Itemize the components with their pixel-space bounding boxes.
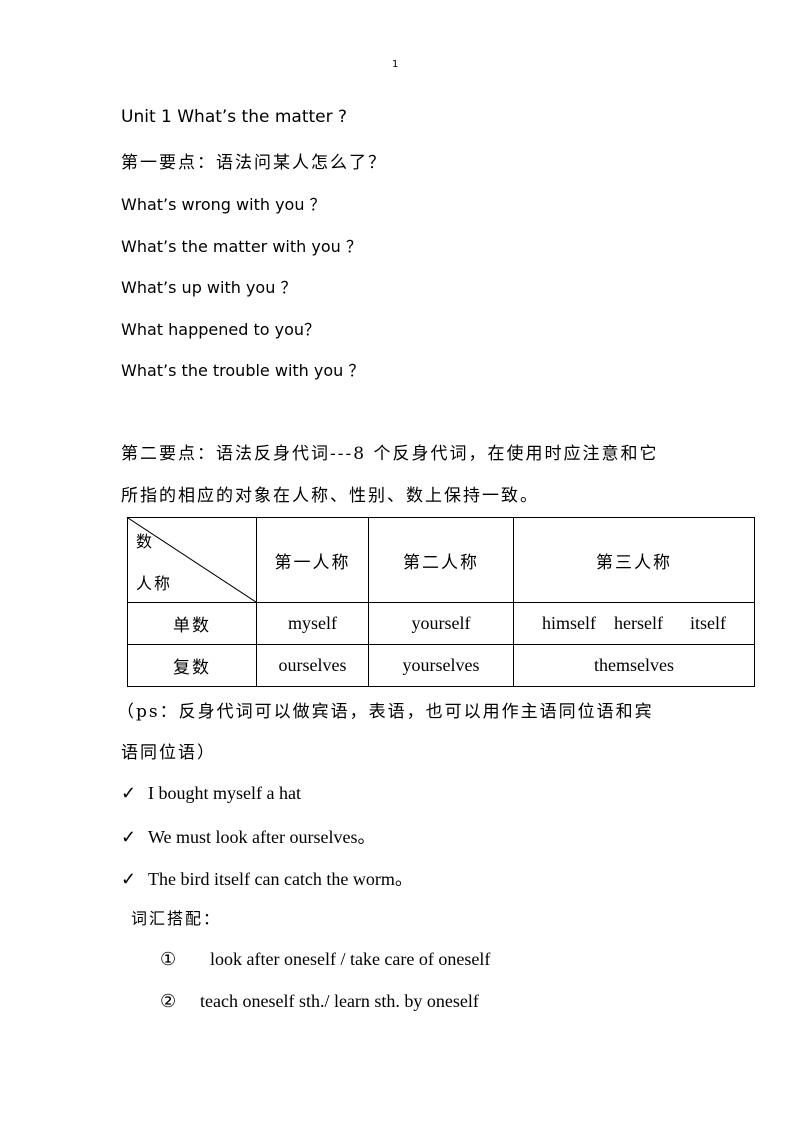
page-number: 1: [392, 59, 399, 70]
corner-cell: 数 人称: [127, 517, 257, 603]
collocations-heading: 词汇搭配：: [131, 909, 222, 928]
header-third-person: 第三人称: [513, 517, 755, 603]
row-label-plural: 复数: [127, 644, 257, 687]
cell-third-singular: himself herself itself: [513, 602, 755, 645]
note-line2: 语同位语）: [121, 743, 216, 763]
example-2: ✓ We must look after ourselves。: [121, 823, 376, 849]
example-text: I bought myself a hat: [148, 783, 301, 803]
collocation-2: ② teach oneself sth./ learn sth. by onese…: [160, 991, 479, 1012]
collocation-1: ① look after oneself / take care of onese…: [160, 949, 490, 970]
note-line1: （ps：反身代词可以做宾语，表语，也可以用作主语同位语和宾: [117, 702, 654, 722]
point2-heading-line2: 所指的相应的对象在人称、性别、数上保持一致。: [121, 486, 539, 506]
header-second-person: 第二人称: [368, 517, 514, 603]
question-5: What’s the trouble with you ？: [121, 361, 365, 380]
point2-heading-line1: 第二要点：语法反身代词---8 个反身代词，在使用时应注意和它: [121, 444, 659, 464]
question-3: What’s up with you ？: [121, 278, 297, 297]
cell-yourself: yourself: [368, 602, 514, 645]
collocation-text: teach oneself sth./ learn sth. by onesel…: [200, 991, 479, 1011]
unit-title: Unit 1 What’s the matter ?: [121, 107, 348, 127]
check-icon: ✓: [121, 827, 137, 847]
question-2: What’s the matter with you ？: [121, 237, 362, 256]
check-icon: ✓: [121, 869, 137, 889]
example-1: ✓ I bought myself a hat: [121, 783, 301, 804]
circled-two-icon: ②: [160, 991, 177, 1011]
question-1: What’s wrong with you ？: [121, 195, 326, 214]
example-3: ✓ The bird itself can catch the worm。: [121, 865, 413, 891]
cell-themselves: themselves: [513, 644, 755, 687]
corner-label-number: 数: [136, 532, 155, 551]
cell-yourselves: yourselves: [368, 644, 514, 687]
example-text: We must look after ourselves。: [148, 827, 376, 847]
row-label-singular: 单数: [127, 602, 257, 645]
table-header-row: 数 人称 第一人称 第二人称 第三人称: [127, 517, 755, 603]
circled-one-icon: ①: [160, 949, 177, 969]
cell-ourselves: ourselves: [256, 644, 369, 687]
example-text: The bird itself can catch the worm。: [148, 869, 413, 889]
table-row: 复数 ourselves yourselves themselves: [127, 644, 755, 687]
cell-myself: myself: [256, 602, 369, 645]
reflexive-pronoun-table: 数 人称 第一人称 第二人称 第三人称 单数 myself yourself h…: [127, 517, 755, 687]
check-icon: ✓: [121, 783, 137, 803]
corner-label-person: 人称: [136, 574, 173, 593]
collocation-text: look after oneself / take care of onesel…: [210, 949, 491, 969]
table-row: 单数 myself yourself himself herself itsel…: [127, 602, 755, 645]
header-first-person: 第一人称: [256, 517, 369, 603]
point1-heading: 第一要点：语法问某人怎么了？: [121, 153, 387, 173]
question-4: What happened to you？: [121, 320, 321, 339]
